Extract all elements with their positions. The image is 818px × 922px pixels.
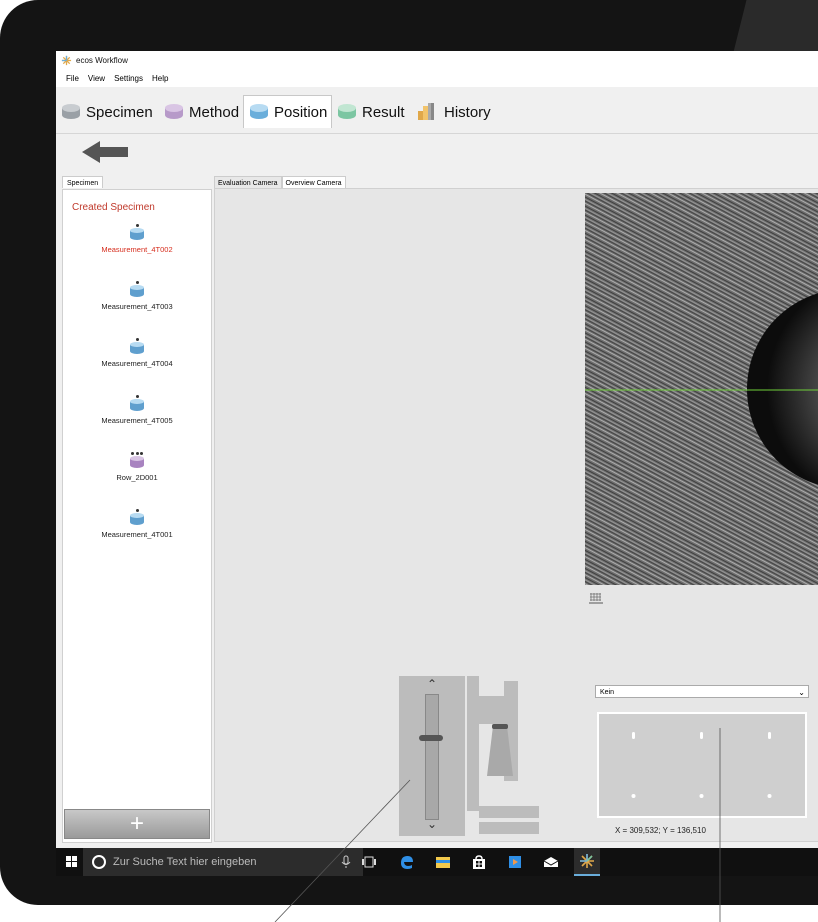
device-frame: ecos Workflow File View Settings Help Sp…	[0, 0, 818, 922]
callout-lines	[274, 728, 721, 922]
